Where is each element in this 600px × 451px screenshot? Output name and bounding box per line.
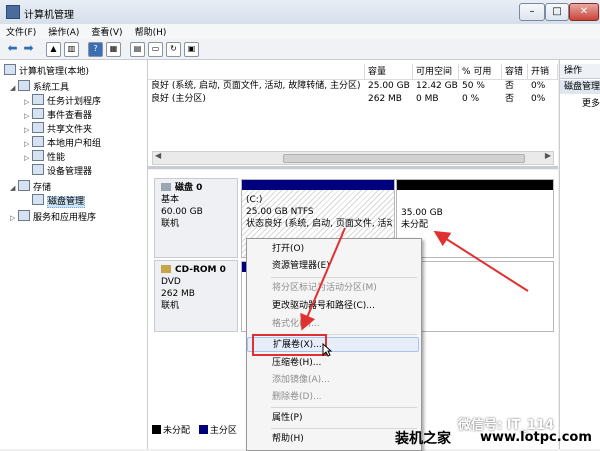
close-button[interactable]: ✕: [569, 3, 599, 21]
cdrom-0-label[interactable]: CD-ROM 0 DVD 262 MB 联机: [154, 260, 238, 332]
computer-management-icon: [6, 5, 20, 19]
properties-icon[interactable]: ▤: [130, 42, 145, 57]
column-header-fault-tolerance[interactable]: 容错: [502, 64, 528, 80]
tree-item-system-tools[interactable]: ◢ 系统工具: [10, 80, 69, 93]
menu-file[interactable]: 文件(F): [0, 24, 42, 38]
highlight-annotation-box: [252, 334, 327, 356]
tree-item-performance[interactable]: ▷ 性能: [24, 150, 65, 163]
horizontal-scrollbar[interactable]: ◀ ▶: [152, 151, 554, 165]
column-header-layout[interactable]: [148, 64, 365, 80]
scrollbar-thumb[interactable]: [283, 154, 525, 163]
menu-item-change-drive-letter[interactable]: 更改驱动器号和路径(C)...: [247, 299, 419, 314]
menu-item-add-mirror[interactable]: 添加镜像(A)...: [247, 373, 419, 388]
menu-item-properties[interactable]: 属性(P): [247, 411, 419, 426]
export-icon[interactable]: ▣: [184, 42, 199, 57]
primary-partition-swatch: [198, 425, 208, 434]
expand-icon[interactable]: ▷: [10, 212, 18, 225]
column-header-overhead[interactable]: 开销: [528, 64, 558, 80]
actions-pane: 操作 磁盘管理 更多: [559, 60, 600, 449]
actions-header: 操作: [560, 64, 600, 79]
help-icon[interactable]: ?: [88, 42, 103, 57]
scroll-left-icon[interactable]: ◀: [155, 151, 161, 160]
refresh-icon[interactable]: ↻: [166, 42, 181, 57]
navigation-tree: 计算机管理(本地) ◢ 系统工具 ▷ 任务计划程序 ▷ 事件查看器 ▷ 共享文件夹 ▷ 本…: [0, 60, 148, 449]
pane-splitter[interactable]: [148, 166, 558, 169]
cdrom-icon: [161, 265, 171, 273]
column-header-capacity[interactable]: 容量: [365, 64, 413, 80]
menu-help[interactable]: 帮助(H): [129, 24, 173, 38]
menu-bar: 文件(F) 操作(A) 查看(V) 帮助(H): [0, 24, 600, 39]
menu-item-explorer[interactable]: 资源管理器(E): [247, 259, 419, 274]
open-icon[interactable]: ▭: [148, 42, 163, 57]
clock-icon: [32, 94, 44, 105]
menu-separator: [271, 407, 417, 408]
back-icon[interactable]: ⬅: [6, 42, 19, 55]
storage-icon: [18, 180, 30, 191]
window-title: 计算机管理: [24, 10, 74, 21]
computer-icon: [4, 64, 16, 75]
menu-item-format[interactable]: 格式化(F)...: [247, 317, 419, 332]
maximize-button[interactable]: □: [545, 3, 569, 21]
menu-item-mark-active[interactable]: 将分区标记为活动分区(M): [247, 281, 419, 296]
tree-item-device-manager[interactable]: 设备管理器: [24, 164, 92, 177]
menu-action[interactable]: 操作(A): [42, 24, 85, 38]
shared-folder-icon: [32, 122, 44, 133]
menu-item-help[interactable]: 帮助(H): [247, 432, 419, 447]
site-watermark-url: www.lotpc.com: [480, 430, 592, 445]
tree-item-services-apps[interactable]: ▷ 服务和应用程序: [10, 210, 96, 223]
scroll-right-icon[interactable]: ▶: [545, 151, 551, 160]
up-folder-icon[interactable]: ▲: [46, 42, 61, 57]
device-manager-icon: [32, 164, 44, 175]
unallocated-swatch: [152, 425, 161, 434]
tools-icon: [18, 80, 30, 91]
collapse-icon[interactable]: ◢: [10, 182, 18, 195]
users-icon: [32, 136, 44, 147]
performance-icon: [32, 150, 44, 161]
column-header-percent-free[interactable]: % 可用: [459, 64, 502, 80]
legend: 未分配 主分区: [152, 425, 237, 437]
hard-disk-icon: [161, 183, 171, 191]
menu-separator: [271, 277, 417, 278]
console-icon[interactable]: ▦: [106, 42, 121, 57]
tree-item-shared-folders[interactable]: ▷ 共享文件夹: [24, 122, 92, 135]
tree-item-storage[interactable]: ◢ 存储: [10, 180, 51, 193]
site-watermark-cn: 装机之家: [395, 431, 451, 447]
tree-item-computer-management[interactable]: 计算机管理(本地): [4, 64, 89, 77]
disk-0-label[interactable]: 磁盘 0 基本 60.00 GB 联机: [154, 178, 238, 258]
menu-item-delete-volume[interactable]: 删除卷(D)...: [247, 390, 419, 405]
tree-item-task-scheduler[interactable]: ▷ 任务计划程序: [24, 94, 101, 107]
actions-item-more[interactable]: 更多: [582, 97, 600, 111]
tree-item-event-viewer[interactable]: ▷ 事件查看器: [24, 108, 92, 121]
event-viewer-icon: [32, 108, 44, 119]
mouse-cursor-icon: [322, 343, 332, 357]
tree-item-disk-management[interactable]: 磁盘管理: [24, 194, 86, 208]
services-icon: [18, 210, 30, 221]
collapse-icon[interactable]: ◢: [10, 82, 18, 95]
menu-item-open[interactable]: 打开(O): [247, 242, 419, 257]
minimize-button[interactable]: –: [519, 3, 545, 21]
forward-icon[interactable]: ➡: [22, 42, 35, 55]
tree-item-local-users[interactable]: ▷ 本地用户和组: [24, 136, 101, 149]
show-tree-icon[interactable]: ▥: [64, 42, 79, 57]
toolbar: ⬅ ➡ ▲ ▥ ? ▦ ▤ ▭ ↻ ▣: [0, 39, 600, 60]
disk-management-icon: [32, 194, 44, 205]
title-bar: 计算机管理 – □ ✕: [0, 0, 600, 25]
column-header-free-space[interactable]: 可用空间: [413, 64, 459, 80]
menu-item-shrink-volume[interactable]: 压缩卷(H)...: [247, 356, 419, 371]
menu-view[interactable]: 查看(V): [85, 24, 128, 38]
actions-item-disk-management[interactable]: 磁盘管理: [560, 80, 600, 94]
